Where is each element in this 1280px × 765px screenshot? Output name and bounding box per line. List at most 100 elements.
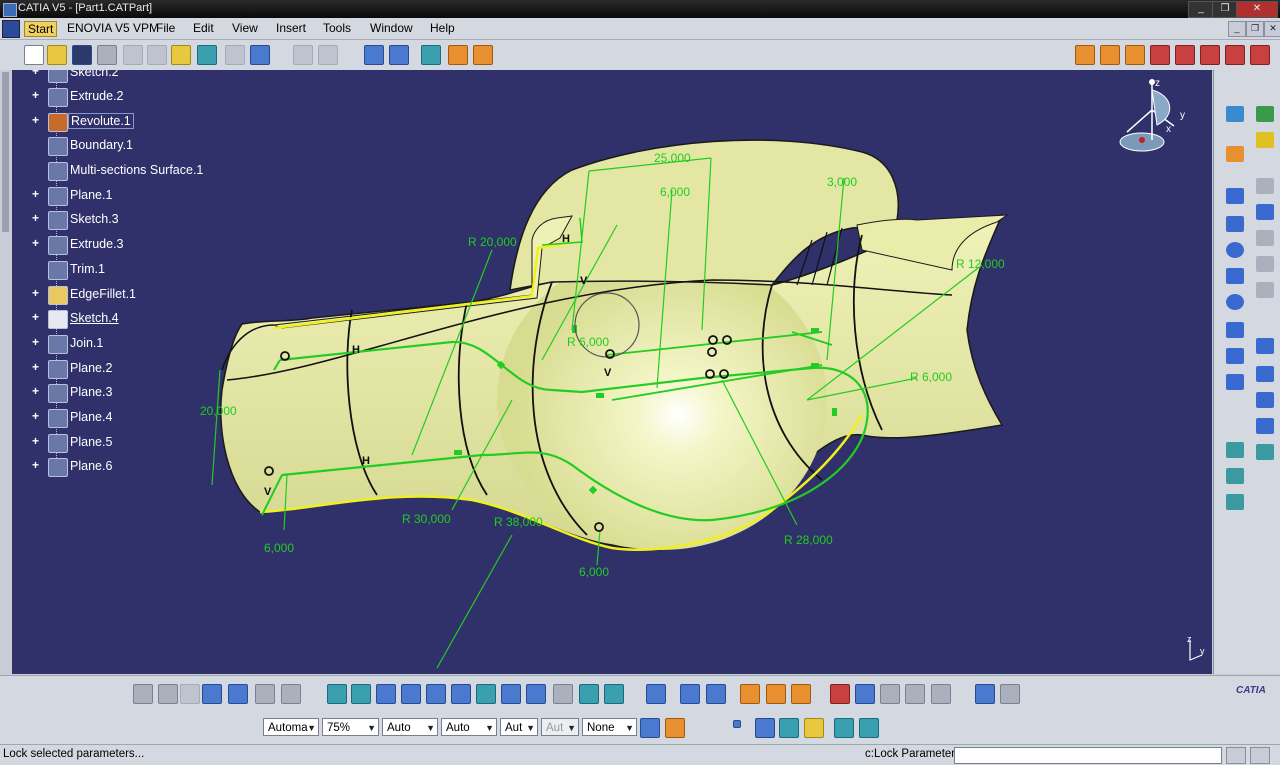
- zoom-in-icon[interactable]: [426, 684, 446, 704]
- menu-start[interactable]: Start: [24, 21, 58, 37]
- axis-icon[interactable]: [1226, 348, 1244, 364]
- dimensional-constraints-icon[interactable]: [473, 45, 493, 65]
- corner-icon[interactable]: [1256, 338, 1274, 354]
- command-input[interactable]: [954, 747, 1222, 764]
- maximize-button[interactable]: ❐: [1212, 1, 1238, 18]
- rendering-style-select[interactable]: Aut ▼: [541, 718, 579, 736]
- horizontal-constraint[interactable]: H: [352, 344, 360, 356]
- menu-help[interactable]: Help: [430, 21, 455, 35]
- split-tool-icon[interactable]: [766, 684, 786, 704]
- normal-view-icon[interactable]: [476, 684, 496, 704]
- doc-close-button[interactable]: ✕: [1264, 21, 1280, 37]
- new-icon[interactable]: [24, 45, 44, 65]
- measure-icon[interactable]: [281, 684, 301, 704]
- dim-r6-inner[interactable]: R 6,000: [567, 335, 609, 349]
- select-icon[interactable]: [1226, 146, 1244, 162]
- expand-icon[interactable]: +: [32, 287, 41, 299]
- profile-icon[interactable]: [1226, 188, 1244, 204]
- isometric-view-icon[interactable]: [526, 684, 546, 704]
- transparency-select[interactable]: 75% ▼: [322, 718, 379, 736]
- trim-tool-icon[interactable]: [1256, 392, 1274, 408]
- formula-icon[interactable]: [133, 684, 153, 704]
- minimize-button[interactable]: _: [1188, 1, 1214, 18]
- comment-icon[interactable]: [158, 684, 178, 704]
- normal-view-icon[interactable]: [1150, 45, 1170, 65]
- hide-show-icon[interactable]: [579, 684, 599, 704]
- dim-r28[interactable]: R 28,000: [784, 533, 833, 547]
- dim-25[interactable]: 25,000: [654, 151, 691, 165]
- point-icon[interactable]: [1226, 374, 1244, 390]
- print-icon[interactable]: [97, 45, 117, 65]
- vertical-constraint[interactable]: V: [264, 486, 272, 498]
- construction-element-icon[interactable]: [421, 45, 441, 65]
- expand-icon[interactable]: +: [32, 435, 41, 447]
- edit-multi-constraint-icon[interactable]: [1256, 282, 1274, 298]
- point-type-select[interactable]: Aut ▼: [500, 718, 538, 736]
- horizontal-constraint[interactable]: H: [362, 455, 370, 467]
- exit-sketch-icon[interactable]: [1256, 132, 1274, 148]
- spline-icon[interactable]: [1226, 268, 1244, 284]
- join-tool-icon[interactable]: [740, 684, 760, 704]
- menu-window[interactable]: Window: [370, 21, 413, 35]
- doc-restore-button[interactable]: ❐: [1246, 21, 1264, 37]
- auto-constraint-icon[interactable]: [1256, 230, 1274, 246]
- point-tool-icon[interactable]: [733, 720, 741, 728]
- compass[interactable]: z x y: [1119, 78, 1185, 152]
- scroll-thumb[interactable]: [2, 72, 9, 232]
- fit-all-in-icon[interactable]: [351, 684, 371, 704]
- painter-icon[interactable]: [640, 718, 660, 738]
- swap-visible-space-icon[interactable]: [604, 684, 624, 704]
- menu-enovia[interactable]: ENOVIA V5 VPM: [67, 21, 159, 35]
- paste-icon[interactable]: [171, 45, 191, 65]
- expand-icon[interactable]: +: [32, 237, 41, 249]
- offset-tool-icon[interactable]: [706, 684, 726, 704]
- layer-select[interactable]: None ▼: [582, 718, 637, 736]
- scale-tool-icon[interactable]: [855, 684, 875, 704]
- copy-icon[interactable]: [147, 45, 167, 65]
- update-all-icon[interactable]: [318, 45, 338, 65]
- dim-r12[interactable]: R 12,000: [956, 257, 1005, 271]
- multi-view-icon[interactable]: [501, 684, 521, 704]
- constraint-icon[interactable]: [1256, 204, 1274, 220]
- translate-tool-icon[interactable]: [830, 684, 850, 704]
- constraint-tool-icon[interactable]: [1256, 106, 1274, 122]
- fill-color-select[interactable]: Automa ▼: [263, 718, 319, 736]
- sketch-analysis-icon[interactable]: [1225, 45, 1245, 65]
- circle-icon[interactable]: [1226, 242, 1244, 258]
- table-icon[interactable]: [202, 684, 222, 704]
- expand-icon[interactable]: +: [32, 89, 41, 101]
- knowledge-icon[interactable]: [180, 684, 200, 704]
- catia-app-icon[interactable]: [3, 3, 17, 17]
- cut-part-by-sketch-plane-icon[interactable]: [1175, 45, 1195, 65]
- pan-icon[interactable]: [376, 684, 396, 704]
- expand-icon[interactable]: +: [32, 459, 41, 471]
- dim-r30[interactable]: R 30,000: [402, 512, 451, 526]
- properties-icon[interactable]: [665, 718, 685, 738]
- fly-mode-icon[interactable]: [327, 684, 347, 704]
- curve-tool-icon[interactable]: [755, 718, 775, 738]
- affinity-tool-icon[interactable]: [905, 684, 925, 704]
- part-icon[interactable]: [255, 684, 275, 704]
- rotate-icon[interactable]: [401, 684, 421, 704]
- select-arrow-icon[interactable]: [1075, 45, 1095, 65]
- dim-6-top[interactable]: 6,000: [660, 185, 690, 199]
- vertical-constraint[interactable]: V: [604, 367, 612, 379]
- dim-6-left[interactable]: 6,000: [264, 541, 294, 555]
- 3d-support-icon[interactable]: [834, 718, 854, 738]
- tree-icon[interactable]: [228, 684, 248, 704]
- close-button[interactable]: ✕: [1236, 1, 1278, 18]
- update-icon[interactable]: [293, 45, 313, 65]
- rectangle-icon[interactable]: [1226, 216, 1244, 232]
- symmetry-tool-icon[interactable]: [880, 684, 900, 704]
- work-on-support-icon[interactable]: [859, 718, 879, 738]
- expand-icon[interactable]: +: [32, 114, 41, 126]
- project-3d-elements-icon[interactable]: [1226, 442, 1244, 458]
- ellipse-icon[interactable]: [1226, 294, 1244, 310]
- surface-tool-icon[interactable]: [779, 718, 799, 738]
- fix-icon[interactable]: [1256, 178, 1274, 194]
- zoom-out-icon[interactable]: [451, 684, 471, 704]
- whats-this-icon[interactable]: [250, 45, 270, 65]
- dim-r6-right[interactable]: R 6,000: [910, 370, 952, 384]
- document-icon[interactable]: [2, 20, 20, 38]
- dim-r38[interactable]: R 38,000: [494, 515, 543, 529]
